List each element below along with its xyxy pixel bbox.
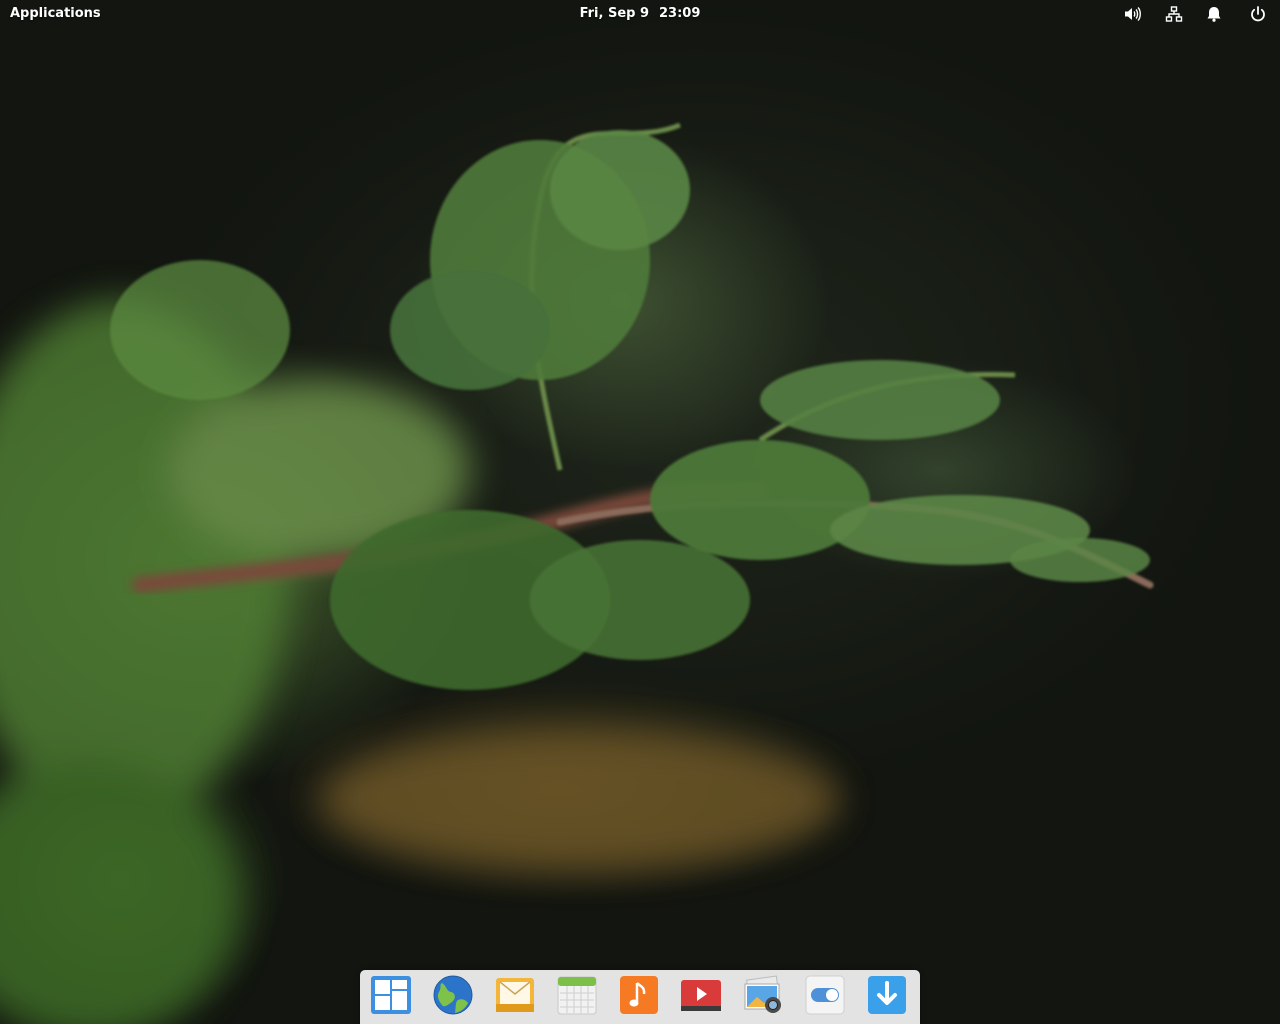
dock-item-mail[interactable]: [494, 974, 536, 1016]
web-browser-icon: [433, 975, 473, 1015]
volume-indicator[interactable]: [1123, 5, 1143, 25]
dock-item-photos[interactable]: [742, 974, 784, 1016]
dock-item-web-browser[interactable]: [432, 974, 474, 1016]
panel-time[interactable]: 23:09: [659, 6, 700, 21]
volume-icon: [1125, 7, 1141, 21]
videos-icon: [681, 980, 721, 1011]
power-icon: [1251, 6, 1265, 22]
multitasking-view-icon: [371, 976, 411, 1014]
notifications-icon: [1207, 7, 1221, 22]
network-icon: [1165, 6, 1183, 22]
notifications-indicator[interactable]: [1205, 5, 1225, 25]
dock-item-calendar[interactable]: [556, 974, 598, 1016]
dock-item-appcenter[interactable]: [866, 974, 908, 1016]
session-indicator[interactable]: [1249, 5, 1269, 25]
dock-item-music[interactable]: [618, 974, 660, 1016]
dock-item-videos[interactable]: [680, 974, 722, 1016]
applications-menu-button[interactable]: Applications: [10, 6, 101, 21]
music-icon: [620, 976, 658, 1014]
panel-date[interactable]: Fri, Sep 9: [580, 6, 649, 21]
mail-icon: [496, 978, 534, 1012]
calendar-icon: [557, 976, 597, 1015]
appcenter-icon: [868, 976, 906, 1014]
datetime-indicator: Fri, Sep 9 23:09: [0, 6, 1280, 21]
dock-item-multitasking-view[interactable]: [370, 974, 412, 1016]
photos-icon: [744, 975, 781, 1013]
network-indicator[interactable]: [1165, 5, 1185, 25]
system-settings-icon: [805, 975, 845, 1015]
top-panel: Applications Fri, Sep 9 23:09: [0, 0, 1280, 28]
dock-item-system-settings[interactable]: [804, 974, 846, 1016]
dock: [360, 970, 920, 1024]
desktop-wallpaper: [0, 122, 1154, 1024]
